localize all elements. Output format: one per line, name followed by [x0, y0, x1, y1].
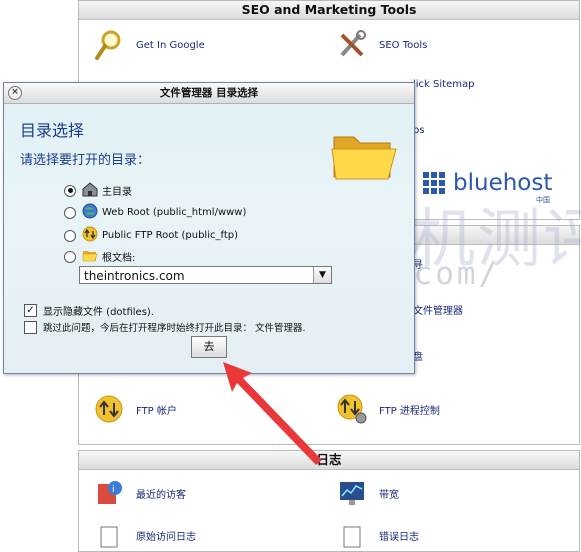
red-arrow-annotation	[223, 362, 322, 465]
red-arrow-shape	[223, 362, 322, 465]
